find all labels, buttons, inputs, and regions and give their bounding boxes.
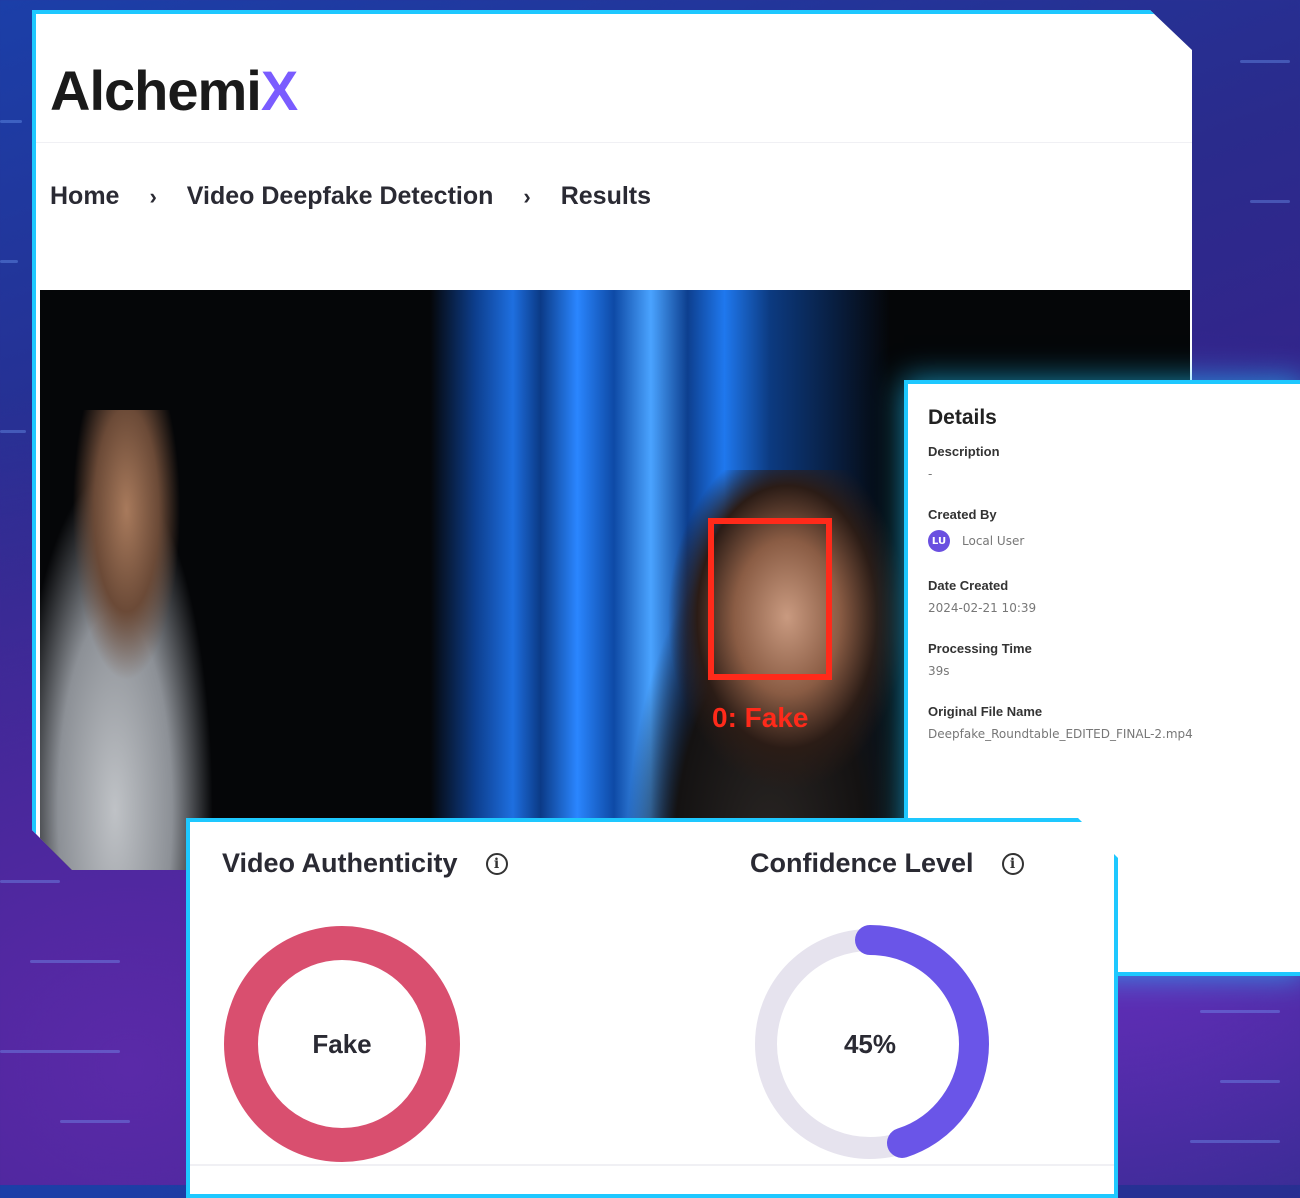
- creator: LU Local User: [928, 530, 1280, 552]
- detail-value: -: [928, 467, 933, 481]
- detail-value: 39s: [928, 664, 950, 678]
- metrics-panel: Video Authenticity i Fake Confidence Lev…: [186, 818, 1118, 1198]
- detail-description: Description -: [928, 444, 1280, 481]
- detail-date-created: Date Created 2024-02-21 10:39: [928, 578, 1280, 615]
- authenticity-title: Video Authenticity i: [222, 848, 508, 879]
- metrics-divider: [190, 1164, 1114, 1166]
- detail-value: Local User: [962, 534, 1025, 548]
- detail-created-by: Created By LU Local User: [928, 507, 1280, 552]
- info-icon[interactable]: i: [1001, 852, 1024, 875]
- details-title: Details: [928, 406, 997, 429]
- confidence-title-text: Confidence Level: [750, 848, 974, 878]
- video-person-left: [40, 410, 230, 870]
- chevron-right-icon: ›: [523, 183, 531, 209]
- detail-label: Date Created: [928, 578, 1009, 593]
- detail-original-file-name: Original File Name Deepfake_Roundtable_E…: [928, 704, 1280, 741]
- detail-label: Created By: [928, 507, 997, 522]
- app-logo[interactable]: AlchemiX: [50, 58, 298, 123]
- breadcrumb-results: Results: [560, 182, 652, 210]
- header-divider: [36, 142, 1192, 143]
- breadcrumb-home[interactable]: Home: [50, 182, 119, 211]
- detail-value: 2024-02-21 10:39: [928, 601, 1037, 615]
- avatar: LU: [928, 530, 950, 552]
- detail-label: Description: [928, 444, 1000, 459]
- authenticity-value: Fake: [312, 1028, 372, 1059]
- breadcrumb-video-deepfake-detection[interactable]: Video Deepfake Detection: [187, 182, 494, 211]
- confidence-donut: 45%: [750, 924, 990, 1164]
- chevron-right-icon: ›: [149, 183, 157, 209]
- confidence-title: Confidence Level i: [750, 848, 1024, 879]
- authenticity-donut: Fake: [222, 924, 462, 1164]
- detail-processing-time: Processing Time 39s: [928, 641, 1280, 678]
- authenticity-title-text: Video Authenticity: [222, 848, 458, 878]
- face-detection-box: [708, 518, 832, 680]
- detail-label: Original File Name: [928, 704, 1043, 719]
- face-detection-label: 0: Fake: [712, 702, 809, 733]
- info-icon[interactable]: i: [485, 852, 508, 875]
- detail-label: Processing Time: [928, 641, 1032, 656]
- breadcrumb: Home › Video Deepfake Detection › Result…: [50, 182, 651, 211]
- confidence-value: 45%: [843, 1028, 897, 1059]
- detail-value: Deepfake_Roundtable_EDITED_FINAL-2.mp4: [928, 727, 1193, 741]
